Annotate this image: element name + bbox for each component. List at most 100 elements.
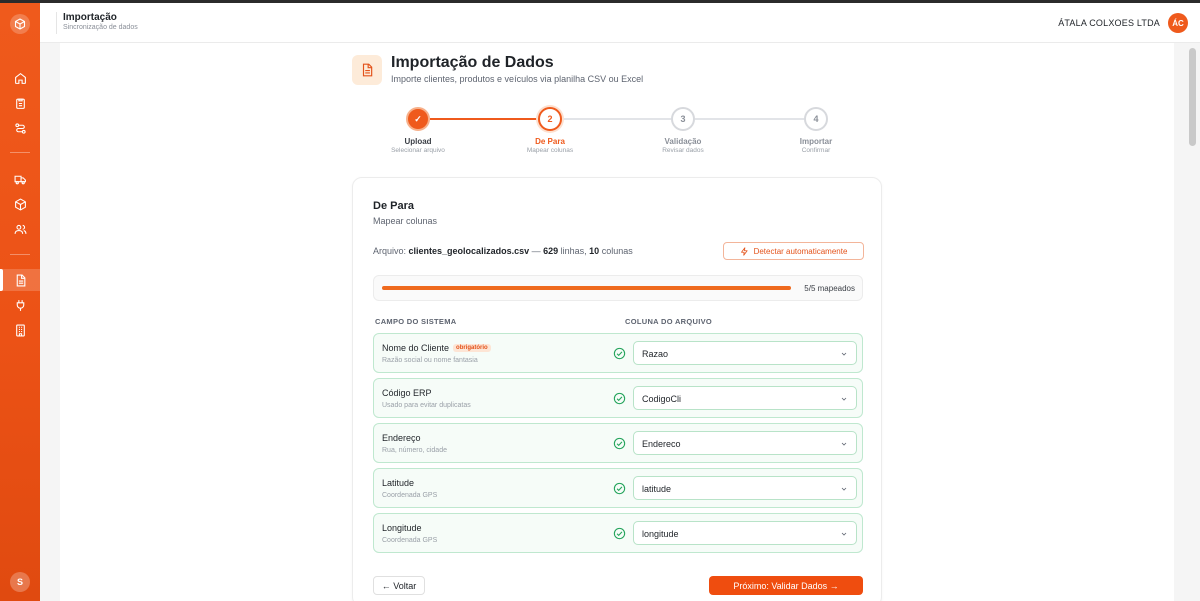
truck-icon xyxy=(14,175,26,184)
lightning-icon xyxy=(740,246,748,256)
import-file-icon xyxy=(16,274,25,286)
field-label: Código ERP xyxy=(382,388,432,398)
column-select-value: longitude xyxy=(642,529,679,539)
step-4-circle[interactable]: 4 xyxy=(804,107,828,131)
sidebar-item-integrations[interactable] xyxy=(0,294,40,316)
building-icon xyxy=(15,324,25,336)
column-select[interactable]: longitude xyxy=(633,521,857,545)
users-icon xyxy=(14,224,26,234)
column-select[interactable]: Endereco xyxy=(633,431,857,455)
column-select-value: latitude xyxy=(642,484,672,494)
check-circle-icon xyxy=(613,347,626,360)
card-subtitle: Mapear colunas xyxy=(373,216,438,226)
scrollbar-thumb[interactable] xyxy=(1189,48,1196,146)
page-title: Importação de Dados xyxy=(391,54,554,71)
sidebar-item-company[interactable] xyxy=(0,319,40,341)
column-header-system: CAMPO DO SISTEMA xyxy=(375,317,457,326)
back-button[interactable]: ← Voltar xyxy=(373,576,425,595)
field-description: Coordenada GPS xyxy=(382,492,438,499)
column-select[interactable]: CodigoCli xyxy=(633,386,857,410)
sidebar-divider xyxy=(10,254,30,255)
plug-icon xyxy=(16,299,24,311)
step-2-label: De Para xyxy=(535,137,565,146)
mapping-row: Endereço Rua, número, cidade Endereco xyxy=(373,423,863,463)
company-name[interactable]: ÁTALA COLXOES LTDA xyxy=(1058,18,1160,28)
sidebar-item-import[interactable] xyxy=(0,269,40,291)
field-label: Endereço xyxy=(382,433,421,443)
step-3-circle[interactable]: 3 xyxy=(671,107,695,131)
step-connector xyxy=(562,118,671,120)
check-circle-icon xyxy=(613,437,626,450)
mapping-row: Latitude Coordenada GPS latitude xyxy=(373,468,863,508)
sidebar-item-vehicles[interactable] xyxy=(0,168,40,190)
column-select-value: Razao xyxy=(642,349,669,359)
header-title: Importação xyxy=(63,12,117,23)
field-name: Longitude xyxy=(382,523,422,533)
sidebar-item-orders[interactable] xyxy=(0,92,40,114)
sidebar-item-clients[interactable] xyxy=(0,218,40,240)
file-name: clientes_geolocalizados.csv xyxy=(408,246,530,256)
column-select-value: Endereco xyxy=(642,439,681,449)
sidebar-item-products[interactable] xyxy=(0,193,40,215)
file-label: Arquivo: xyxy=(373,246,409,256)
file-separator: — xyxy=(529,246,544,256)
step-2-desc: Mapear colunas xyxy=(526,147,574,154)
next-validate-button[interactable]: Próximo: Validar Dados → xyxy=(709,576,863,595)
step-4-desc: Confirmar xyxy=(801,147,831,154)
sidebar-divider xyxy=(10,152,30,153)
step-connector-done xyxy=(430,118,538,120)
chevron-down-icon xyxy=(841,442,847,446)
field-label: Nome do Cliente xyxy=(382,343,450,353)
app-logo[interactable] xyxy=(10,14,30,34)
cols-count: 10 xyxy=(589,246,600,256)
box-icon xyxy=(14,198,26,210)
column-select[interactable]: Razao xyxy=(633,341,857,365)
chevron-down-icon xyxy=(841,397,847,401)
step-4-label: Importar xyxy=(799,137,833,146)
page-icon-badge xyxy=(352,55,382,85)
check-circle-icon xyxy=(613,482,626,495)
chevron-down-icon xyxy=(841,352,847,356)
page-subtitle: Importe clientes, produtos e veículos vi… xyxy=(391,74,644,84)
sidebar-item-routes[interactable] xyxy=(0,117,40,139)
column-select-value: CodigoCli xyxy=(642,394,682,404)
check-circle-icon xyxy=(613,527,626,540)
check-circle-icon xyxy=(613,392,626,405)
required-badge: obrigatório xyxy=(453,344,491,352)
mapping-row: Longitude Coordenada GPS longitude xyxy=(373,513,863,553)
company-avatar[interactable]: ÁC xyxy=(1168,13,1188,33)
rows-label: linhas, xyxy=(558,246,590,256)
file-info: Arquivo: clientes_geolocalizados.csv — 6… xyxy=(373,246,633,256)
mapping-card: De Para Mapear colunas Arquivo: clientes… xyxy=(352,177,882,601)
progress-text: 5/5 mapeados xyxy=(804,284,855,293)
field-label: Latitude xyxy=(382,478,415,488)
progress-fill xyxy=(382,286,791,290)
sidebar-item-home[interactable] xyxy=(0,67,40,89)
field-name: Código ERP xyxy=(382,388,432,398)
auto-detect-button[interactable]: Detectar automaticamente xyxy=(723,242,864,260)
field-name: Nome do Cliente obrigatório xyxy=(382,343,491,353)
field-description: Razão social ou nome fantasia xyxy=(382,357,478,364)
document-icon xyxy=(362,63,373,77)
column-select[interactable]: latitude xyxy=(633,476,857,500)
step-1-label: Upload xyxy=(404,137,432,146)
step-1-circle[interactable]: ✓ xyxy=(406,107,430,131)
header-subtitle: Sincronização de dados xyxy=(63,24,138,31)
step-1-desc: Selecionar arquivo xyxy=(391,147,445,154)
step-3-desc: Revisar dados xyxy=(662,147,704,154)
rows-count: 629 xyxy=(543,246,559,256)
progress-track xyxy=(382,286,791,290)
auto-detect-label: Detectar automaticamente xyxy=(753,246,848,256)
clipboard-icon xyxy=(15,98,25,109)
field-description: Usado para evitar duplicatas xyxy=(382,402,471,409)
field-name: Latitude xyxy=(382,478,414,488)
column-header-file: COLUNA DO ARQUIVO xyxy=(625,317,713,326)
cube-logo-icon xyxy=(14,18,26,30)
user-avatar[interactable]: S xyxy=(10,572,30,592)
step-3-label: Validação xyxy=(664,137,702,146)
step-2-circle[interactable]: 2 xyxy=(538,107,562,131)
routes-icon xyxy=(14,122,26,134)
top-header: Importação Sincronização de dados ÁTALA … xyxy=(40,3,1200,43)
field-description: Coordenada GPS xyxy=(382,537,438,544)
card-title: De Para xyxy=(373,200,414,212)
